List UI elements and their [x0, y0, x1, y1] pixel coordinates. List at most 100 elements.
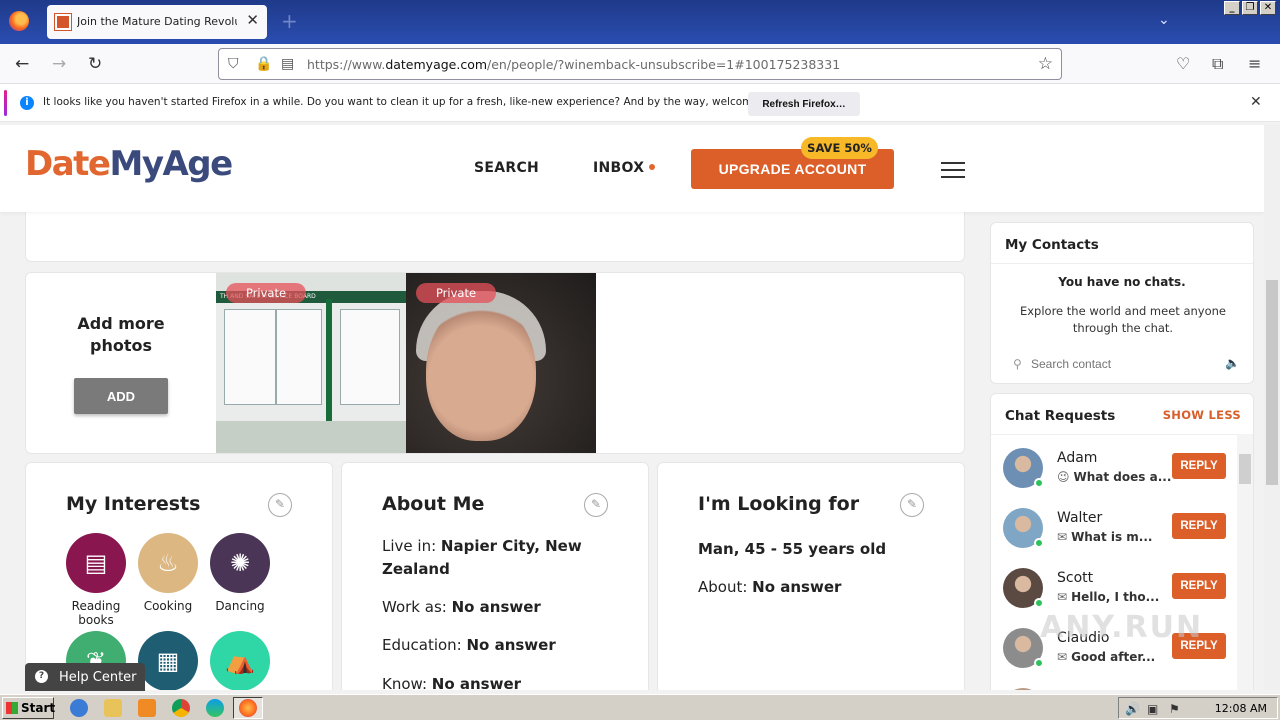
- flag-icon[interactable]: ⚑: [1169, 702, 1180, 716]
- help-icon: ?: [35, 670, 48, 683]
- system-tray: 🔊 ▣ ⚑ 12:08 AM: [1118, 697, 1278, 719]
- online-indicator: [1034, 538, 1044, 548]
- back-arrow-icon[interactable]: ←: [15, 54, 29, 74]
- watermark: ANY.RUN: [1040, 610, 1204, 645]
- photo-portrait[interactable]: Private: [406, 273, 596, 453]
- message-icon: 😉: [1057, 470, 1070, 484]
- request-name: Scott: [1057, 570, 1094, 586]
- contacts-title: My Contacts: [1005, 237, 1099, 253]
- edit-pencil-icon[interactable]: ✎: [268, 493, 292, 517]
- close-window-button[interactable]: ✕: [1260, 1, 1276, 15]
- interest-item: ⛺: [204, 631, 276, 690]
- window-controls: _ ❐ ✕: [1224, 1, 1276, 15]
- interest-item: ✺ Dancing: [204, 533, 276, 613]
- firefox-icon: [239, 699, 257, 717]
- hamburger-menu-icon[interactable]: [941, 162, 965, 178]
- firefox-icon[interactable]: [9, 11, 29, 31]
- notification-text: It looks like you haven't started Firefo…: [43, 96, 792, 108]
- request-message: ✉ Hello, I tho...: [1057, 590, 1160, 604]
- add-photo-button[interactable]: ADD: [74, 378, 168, 414]
- close-notification-icon[interactable]: ✕: [1250, 94, 1262, 110]
- chat-request-item[interactable]: Mateus C...REPLY: [1003, 688, 1239, 690]
- tab-title: Join the Mature Dating Revolution!: [77, 15, 237, 28]
- interest-label: Dancing: [215, 599, 265, 613]
- network-icon[interactable]: ▣: [1147, 702, 1158, 716]
- book-icon: ▤: [66, 533, 126, 593]
- show-less-link[interactable]: SHOW LESS: [1163, 408, 1241, 422]
- web-page: DateMyAge SEARCH INBOX UPGRADE ACCOUNT S…: [0, 125, 1264, 690]
- board-image: TH AND SAFETY NOTICE BOARD: [216, 291, 406, 421]
- start-button[interactable]: Start: [2, 697, 55, 719]
- refresh-firefox-button[interactable]: Refresh Firefox…: [748, 92, 860, 116]
- disco-ball-icon: ✺: [210, 533, 270, 593]
- reload-icon[interactable]: ↻: [88, 54, 102, 74]
- message-icon: ✉: [1057, 650, 1068, 664]
- photo-notice-board[interactable]: TH AND SAFETY NOTICE BOARD Private: [216, 273, 406, 453]
- ie-icon[interactable]: [70, 699, 88, 717]
- interest-label: Cooking: [143, 599, 193, 613]
- browser-tab[interactable]: Join the Mature Dating Revolution! ✕: [47, 5, 267, 39]
- interest-label: Reading books: [71, 599, 121, 627]
- new-tab-button[interactable]: +: [281, 9, 298, 33]
- folder-icon[interactable]: [104, 699, 122, 717]
- nav-search[interactable]: SEARCH: [474, 160, 539, 176]
- interests-title: My Interests: [66, 493, 201, 515]
- url-bar[interactable]: ⛉ 🔒 ▤ https://www.datemyage.com/en/peopl…: [218, 48, 1062, 80]
- pocket-icon[interactable]: ♡: [1176, 54, 1190, 73]
- chat-request-item[interactable]: Walter ✉ What is m... REPLY: [1003, 508, 1239, 558]
- firefox-taskbar-item[interactable]: [233, 697, 263, 719]
- looking-criteria: Man, 45 - 55 years old: [698, 540, 887, 558]
- scroll-thumb[interactable]: [1239, 454, 1251, 484]
- reply-button[interactable]: REPLY: [1172, 453, 1226, 479]
- inbox-dot: [649, 164, 656, 170]
- speaker-icon[interactable]: 🔈: [1225, 356, 1240, 370]
- request-name: Adam: [1057, 450, 1098, 466]
- tab-favicon-icon: [54, 13, 72, 31]
- add-more-photos-text: Add more photos: [77, 314, 165, 355]
- request-message: 😉 What does a...: [1057, 470, 1172, 484]
- lock-icon[interactable]: 🔒: [255, 56, 272, 72]
- tab-close-icon[interactable]: ✕: [246, 11, 259, 29]
- shield-icon[interactable]: ⛉: [228, 56, 239, 72]
- page-scroll-thumb[interactable]: [1266, 280, 1278, 485]
- menu-icon[interactable]: ≡: [1248, 54, 1261, 73]
- minimize-button[interactable]: _: [1224, 1, 1240, 15]
- volume-icon[interactable]: 🔊: [1125, 702, 1140, 716]
- request-message: ✉ Good after...: [1057, 650, 1156, 664]
- help-center-button[interactable]: ? Help Center: [25, 663, 145, 691]
- nav-inbox[interactable]: INBOX: [593, 160, 656, 176]
- reply-button[interactable]: REPLY: [1172, 573, 1226, 599]
- chat-request-item[interactable]: Adam 😉 What does a... REPLY: [1003, 448, 1239, 498]
- page-scrollbar[interactable]: [1264, 125, 1280, 690]
- edit-pencil-icon[interactable]: ✎: [584, 493, 608, 517]
- request-name: Walter: [1057, 510, 1103, 526]
- chrome-icon[interactable]: [172, 699, 190, 717]
- forward-arrow-icon[interactable]: →: [52, 54, 66, 74]
- avatar[interactable]: [1003, 688, 1043, 690]
- restore-button[interactable]: ❐: [1242, 1, 1258, 15]
- clock: 12:08 AM: [1214, 702, 1267, 715]
- about-work: Work as: No answer: [382, 598, 541, 616]
- page-info-icon[interactable]: ▤: [281, 56, 294, 72]
- search-contact-input[interactable]: [1031, 353, 1211, 375]
- requests-scrollbar[interactable]: [1237, 434, 1253, 690]
- online-indicator: [1034, 658, 1044, 668]
- edit-pencil-icon[interactable]: ✎: [900, 493, 924, 517]
- reply-button[interactable]: REPLY: [1172, 513, 1226, 539]
- message-icon: ✉: [1057, 530, 1068, 544]
- about-know: Know: No answer: [382, 675, 522, 690]
- info-icon: i: [20, 96, 34, 110]
- about-title: About Me: [382, 493, 485, 515]
- edge-icon[interactable]: [206, 699, 224, 717]
- notification-accent: [4, 90, 7, 116]
- browser-nav-bar: ← → ↻ ⛉ 🔒 ▤ https://www.datemyage.com/en…: [0, 44, 1280, 84]
- interests-card: My Interests ✎ ▤ Reading books ♨ Cooking ✺ Da…: [25, 462, 333, 690]
- chat-requests-panel: Chat Requests SHOW LESS Adam 😉 What does a…: [990, 393, 1254, 690]
- list-all-tabs-icon[interactable]: ⌄: [1158, 12, 1170, 28]
- media-player-icon[interactable]: [138, 699, 156, 717]
- url-text[interactable]: https://www.datemyage.com/en/people/?win…: [307, 57, 840, 72]
- extensions-icon[interactable]: ⧉: [1212, 54, 1223, 74]
- bookmark-star-icon[interactable]: ☆: [1038, 54, 1053, 74]
- online-indicator: [1034, 598, 1044, 608]
- site-logo[interactable]: DateMyAge: [25, 144, 233, 184]
